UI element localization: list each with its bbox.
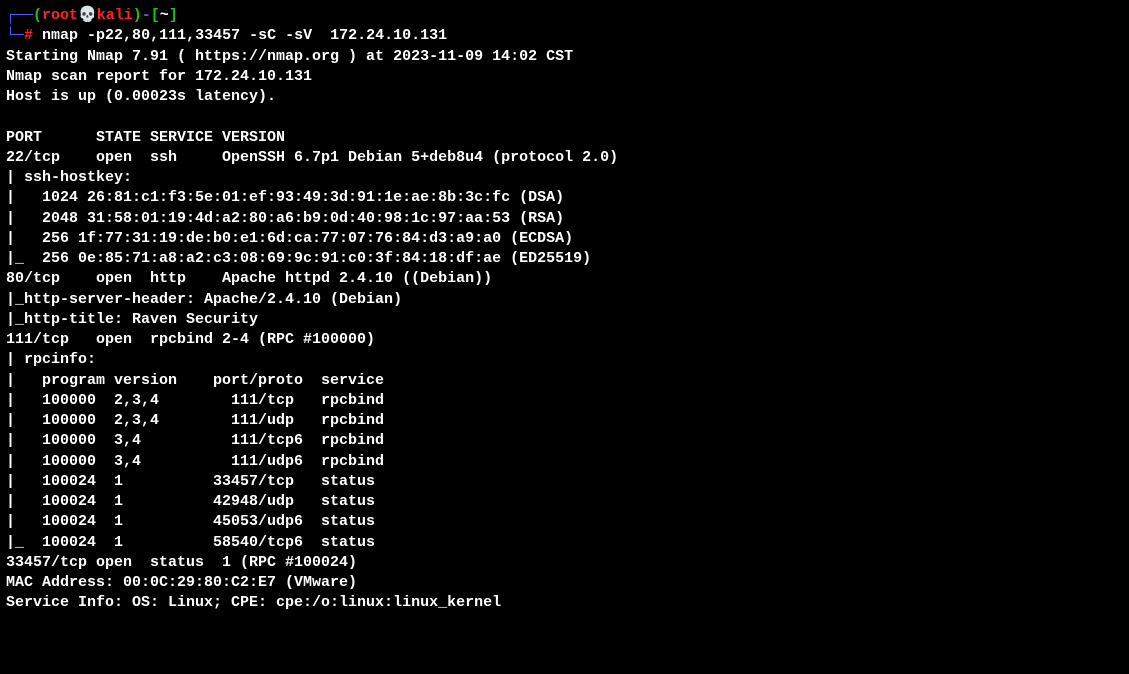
output-rpc-8: |_ 100024 1 58540/tcp6 status <box>6 533 1123 553</box>
output-host-up: Host is up (0.00023s latency). <box>6 87 1123 107</box>
output-ssh-ed25519: |_ 256 0e:85:71:a8:a2:c3:08:69:9c:91:c0:… <box>6 249 1123 269</box>
prompt-line-2: └─# nmap -p22,80,111,33457 -sC -sV 172.2… <box>6 26 1123 46</box>
output-port-111: 111/tcp open rpcbind 2-4 (RPC #100000) <box>6 330 1123 350</box>
output-rpcinfo: | rpcinfo: <box>6 350 1123 370</box>
terminal-output[interactable]: ┌──(root💀kali)-[~] └─# nmap -p22,80,111,… <box>6 6 1123 614</box>
output-port-22: 22/tcp open ssh OpenSSH 6.7p1 Debian 5+d… <box>6 148 1123 168</box>
output-port-header: PORT STATE SERVICE VERSION <box>6 128 1123 148</box>
output-rpc-7: | 100024 1 45053/udp6 status <box>6 512 1123 532</box>
command-text: nmap -p22,80,111,33457 -sC -sV 172.24.10… <box>42 27 447 44</box>
output-rpc-2: | 100000 2,3,4 111/udp rpcbind <box>6 411 1123 431</box>
output-blank <box>6 107 1123 127</box>
output-ssh-dsa: | 1024 26:81:c1:f3:5e:01:ef:93:49:3d:91:… <box>6 188 1123 208</box>
output-scan-report: Nmap scan report for 172.24.10.131 <box>6 67 1123 87</box>
output-ssh-hostkey: | ssh-hostkey: <box>6 168 1123 188</box>
output-http-title: |_http-title: Raven Security <box>6 310 1123 330</box>
output-rpc-3: | 100000 3,4 111/tcp6 rpcbind <box>6 431 1123 451</box>
output-rpc-4: | 100000 3,4 111/udp6 rpcbind <box>6 452 1123 472</box>
output-ssh-rsa: | 2048 31:58:01:19:4d:a2:80:a6:b9:0d:40:… <box>6 209 1123 229</box>
output-rpc-header: | program version port/proto service <box>6 371 1123 391</box>
output-rpc-5: | 100024 1 33457/tcp status <box>6 472 1123 492</box>
output-http-server: |_http-server-header: Apache/2.4.10 (Deb… <box>6 290 1123 310</box>
output-rpc-1: | 100000 2,3,4 111/tcp rpcbind <box>6 391 1123 411</box>
output-mac-address: MAC Address: 00:0C:29:80:C2:E7 (VMware) <box>6 573 1123 593</box>
output-port-33457: 33457/tcp open status 1 (RPC #100024) <box>6 553 1123 573</box>
output-ssh-ecdsa: | 256 1f:77:31:19:de:b0:e1:6d:ca:77:07:7… <box>6 229 1123 249</box>
output-rpc-6: | 100024 1 42948/udp status <box>6 492 1123 512</box>
output-starting: Starting Nmap 7.91 ( https://nmap.org ) … <box>6 47 1123 67</box>
prompt-line-1: ┌──(root💀kali)-[~] <box>6 6 1123 26</box>
output-service-info: Service Info: OS: Linux; CPE: cpe:/o:lin… <box>6 593 1123 613</box>
output-port-80: 80/tcp open http Apache httpd 2.4.10 ((D… <box>6 269 1123 289</box>
